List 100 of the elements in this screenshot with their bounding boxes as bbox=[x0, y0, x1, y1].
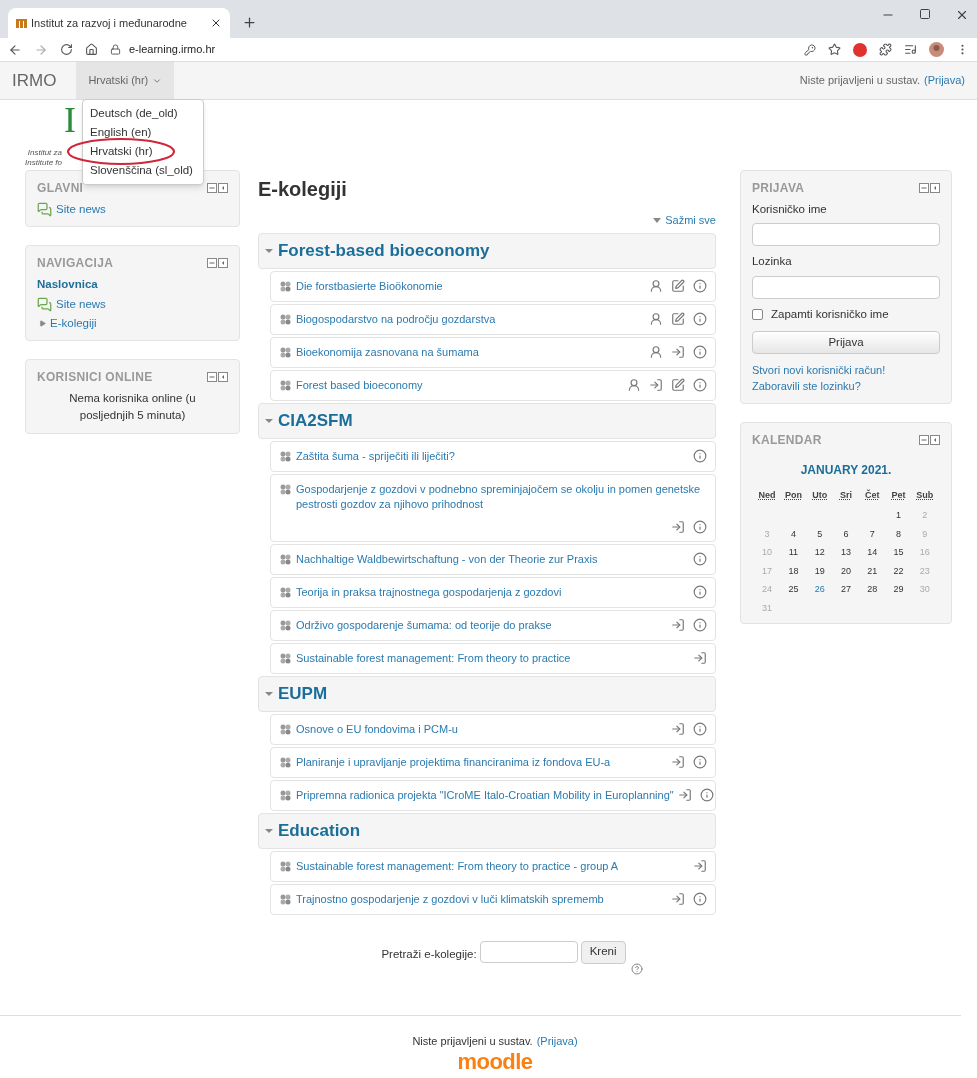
course-link[interactable]: Planiranje i upravljanje projektima financiranima iz fondova EU-a bbox=[295, 754, 667, 770]
calendar-day[interactable]: 21 bbox=[859, 564, 886, 579]
language-option[interactable]: English (en) bbox=[90, 123, 152, 142]
calendar-month[interactable]: JANUARY 2021. bbox=[751, 460, 940, 479]
calendar-day[interactable]: 13 bbox=[832, 546, 860, 560]
collapse-caret-icon[interactable] bbox=[264, 689, 273, 698]
pen-icon[interactable] bbox=[670, 278, 685, 293]
pen-icon[interactable] bbox=[670, 377, 685, 392]
footer-login-link[interactable]: (Prijava) bbox=[536, 1033, 578, 1050]
course-link[interactable]: Forest based bioeconomy bbox=[295, 377, 623, 393]
bookmark-icon[interactable] bbox=[828, 43, 841, 56]
course-link[interactable]: Osnove o EU fondovima i PCM-u bbox=[295, 721, 667, 737]
info-icon[interactable] bbox=[692, 891, 707, 906]
info-icon[interactable] bbox=[692, 617, 707, 632]
brand[interactable]: IRMO bbox=[12, 67, 57, 94]
search-field[interactable] bbox=[479, 940, 578, 963]
calendar-day[interactable]: 4 bbox=[780, 527, 807, 542]
login-button[interactable]: Prijava bbox=[751, 330, 940, 354]
calendar-day[interactable]: 6 bbox=[832, 527, 860, 542]
course-row[interactable]: Teorija in praksa trajnostnega gospodarjenja z gozdovi bbox=[269, 576, 716, 608]
calendar-day[interactable]: 29 bbox=[885, 583, 912, 597]
course-link[interactable]: Sustainable forest management: From theory to practice bbox=[295, 650, 689, 666]
person-icon[interactable] bbox=[648, 278, 663, 293]
nav-link[interactable]: Naslovnica bbox=[37, 276, 228, 294]
calendar-day[interactable]: 18 bbox=[780, 564, 807, 579]
info-icon[interactable] bbox=[692, 448, 707, 463]
calendar-day[interactable]: 25 bbox=[780, 583, 807, 597]
calendar-day[interactable]: 22 bbox=[885, 564, 912, 579]
course-link[interactable]: Gospodarjenje z gozdovi v podnebno spreminjajočem se okolju in pomen genetske pestrosti gozdov za njihovo prihodnost bbox=[295, 481, 707, 512]
person-icon[interactable] bbox=[626, 377, 641, 392]
collapse-caret-icon[interactable] bbox=[264, 416, 273, 425]
checkbox[interactable] bbox=[751, 308, 763, 320]
category-header[interactable]: EUPM bbox=[257, 675, 716, 712]
forward-icon[interactable] bbox=[34, 42, 48, 57]
course-link[interactable]: Die forstbasierte Bioökonomie bbox=[295, 278, 645, 294]
expand-icon[interactable] bbox=[39, 319, 46, 327]
account-link[interactable]: Zaboravili ste lozinku? bbox=[751, 378, 940, 395]
course-row[interactable]: Forest based bioeconomy bbox=[269, 369, 716, 401]
help-icon[interactable] bbox=[630, 962, 643, 975]
course-link[interactable]: Nachhaltige Waldbewirtschaftung - von der Theorie zur Praxis bbox=[295, 551, 689, 567]
course-row[interactable]: Biogospodarstvo na področju gozdarstva bbox=[269, 303, 716, 335]
course-link[interactable]: Teorija in praksa trajnostnega gospodarjenja z gozdovi bbox=[295, 584, 689, 600]
info-icon[interactable] bbox=[692, 278, 707, 293]
key-icon[interactable] bbox=[804, 43, 816, 56]
calendar-day[interactable]: 19 bbox=[806, 564, 833, 579]
dock-icon[interactable] bbox=[930, 183, 940, 193]
enrol-icon[interactable] bbox=[692, 650, 707, 665]
maximize-icon[interactable] bbox=[919, 8, 931, 20]
calendar-day[interactable]: 27 bbox=[832, 583, 860, 597]
close-icon[interactable] bbox=[210, 17, 222, 29]
course-link[interactable]: Održivo gospodarenje šumama: od teorije do prakse bbox=[295, 617, 667, 633]
password-field[interactable] bbox=[751, 275, 940, 299]
course-link[interactable]: Trajnostno gospodarjenje z gozdovi v luči klimatskih sprememb bbox=[295, 891, 667, 907]
calendar-day[interactable]: 26 bbox=[806, 583, 833, 597]
category-header[interactable]: Forest-based bioeconomy bbox=[257, 232, 716, 269]
course-row[interactable]: Sustainable forest management: From theory to practice - group A bbox=[269, 850, 716, 882]
category-header[interactable]: CIA2SFM bbox=[257, 402, 716, 439]
course-link[interactable]: Sustainable forest management: From theory to practice - group A bbox=[295, 858, 689, 874]
collapse-icon[interactable] bbox=[206, 258, 217, 269]
dock-icon[interactable] bbox=[217, 372, 228, 382]
enrol-icon[interactable] bbox=[670, 891, 685, 906]
avatar-icon[interactable] bbox=[929, 42, 944, 57]
course-row[interactable]: Nachhaltige Waldbewirtschaftung - von der Theorie zur Praxis bbox=[269, 543, 716, 575]
dock-icon[interactable] bbox=[930, 434, 940, 445]
login-link[interactable]: (Prijava) bbox=[924, 72, 965, 89]
reload-icon[interactable] bbox=[60, 43, 73, 56]
nav-link[interactable]: Site news bbox=[56, 295, 106, 313]
new-tab-icon[interactable] bbox=[242, 15, 257, 30]
course-row[interactable]: Pripremna radionica projekta "ICroME Italo-Croatian Mobility in Europlanning" bbox=[269, 779, 716, 811]
info-icon[interactable] bbox=[692, 519, 707, 534]
enrol-icon[interactable] bbox=[670, 617, 685, 632]
category-header[interactable]: Education bbox=[257, 812, 716, 849]
collapse-icon[interactable] bbox=[919, 434, 929, 445]
info-icon[interactable] bbox=[699, 787, 714, 802]
info-icon[interactable] bbox=[692, 377, 707, 392]
course-row[interactable]: Održivo gospodarenje šumama: od teorije do prakse bbox=[269, 609, 716, 641]
back-icon[interactable] bbox=[8, 42, 22, 57]
close-icon[interactable] bbox=[955, 8, 969, 22]
playlist-icon[interactable] bbox=[904, 43, 917, 56]
collapse-caret-icon[interactable] bbox=[264, 246, 273, 255]
course-row[interactable]: Die forstbasierte Bioökonomie bbox=[269, 270, 716, 302]
moodle-logo[interactable]: moodle bbox=[457, 1049, 533, 1074]
enrol-icon[interactable] bbox=[692, 858, 707, 873]
person-icon[interactable] bbox=[648, 311, 663, 326]
username-field[interactable] bbox=[751, 223, 940, 247]
course-row[interactable]: Trajnostno gospodarjenje z gozdovi v luči klimatskih sprememb bbox=[269, 883, 716, 915]
language-option[interactable]: Deutsch (de_old) bbox=[90, 104, 178, 123]
info-icon[interactable] bbox=[692, 311, 707, 326]
search-button[interactable]: Kreni bbox=[580, 940, 626, 964]
home-icon[interactable] bbox=[85, 43, 98, 56]
course-row[interactable]: Osnove o EU fondovima i PCM-u bbox=[269, 713, 716, 745]
course-link[interactable]: Pripremna radionica projekta "ICroME Italo-Croatian Mobility in Europlanning" bbox=[295, 787, 674, 803]
collapse-icon[interactable] bbox=[206, 372, 217, 382]
address-bar[interactable]: e-learning.irmo.hr bbox=[129, 41, 216, 58]
dock-icon[interactable] bbox=[217, 183, 228, 193]
language-option[interactable]: Slovenščina (sl_old) bbox=[90, 161, 193, 180]
person-icon[interactable] bbox=[648, 344, 663, 359]
calendar-day[interactable]: 11 bbox=[780, 546, 807, 560]
info-icon[interactable] bbox=[692, 551, 707, 566]
pen-icon[interactable] bbox=[670, 311, 685, 326]
